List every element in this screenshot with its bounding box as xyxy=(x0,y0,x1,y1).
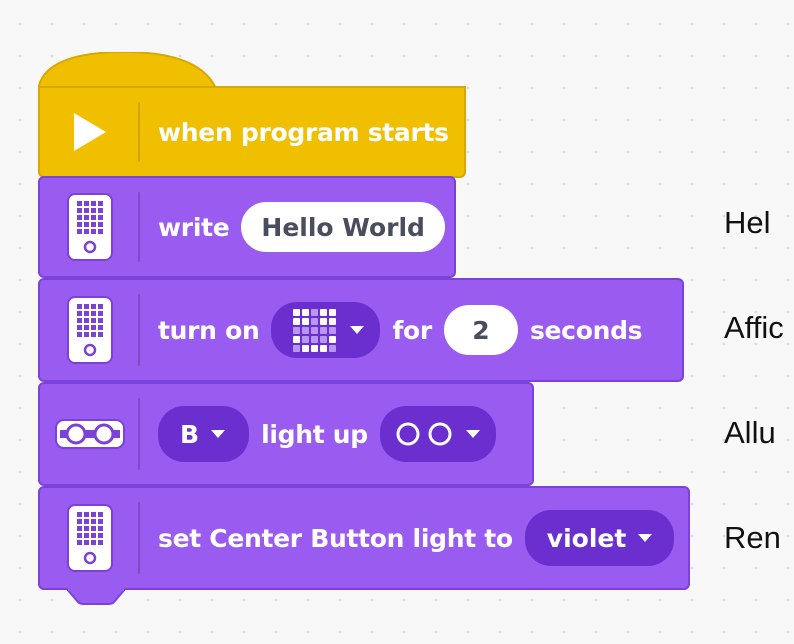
color-value: violet xyxy=(546,523,627,553)
sensor-eyes-icon xyxy=(396,422,452,446)
side-list-item-2: Affic xyxy=(724,310,784,345)
port-dropdown[interactable]: B xyxy=(158,406,250,462)
light-pattern-dropdown[interactable] xyxy=(271,302,381,358)
hub-icon xyxy=(67,296,113,364)
seconds-label: seconds xyxy=(529,315,643,345)
side-list-item-1: Hel xyxy=(724,205,771,240)
center-button-icon-slot xyxy=(40,488,140,588)
chevron-down-icon xyxy=(211,430,226,438)
for-label: for xyxy=(392,315,432,345)
side-list-item-3: Allu xyxy=(724,415,776,450)
write-block[interactable]: write Hello World xyxy=(38,176,456,278)
write-label: write xyxy=(158,212,230,242)
light-up-block[interactable]: B light up xyxy=(38,382,534,486)
center-button-light-block[interactable]: set Center Button light to violet xyxy=(38,486,690,590)
hat-icon-slot xyxy=(40,88,140,176)
when-program-starts-block[interactable]: when program starts xyxy=(38,86,466,178)
hat-content: when program starts xyxy=(140,118,449,147)
port-value: B xyxy=(180,419,200,449)
play-triangle-icon xyxy=(74,113,106,151)
separator xyxy=(138,192,140,262)
chevron-down-icon xyxy=(465,430,480,438)
color-dropdown[interactable]: violet xyxy=(524,510,675,566)
separator xyxy=(138,294,140,366)
turn-on-icon-slot xyxy=(40,280,140,380)
code-canvas[interactable]: when program starts write Hello World tu… xyxy=(0,0,794,644)
hub-icon xyxy=(67,504,113,572)
light-up-icon-slot xyxy=(40,384,140,484)
distance-sensor-icon xyxy=(55,419,125,449)
turn-on-content: turn on for 2 seconds xyxy=(140,302,643,358)
seconds-input[interactable]: 2 xyxy=(443,305,518,355)
side-list-item-4: Ren xyxy=(724,520,781,555)
hub-icon xyxy=(67,193,113,261)
turn-on-label: turn on xyxy=(158,315,260,345)
turn-on-block[interactable]: turn on for 2 seconds xyxy=(38,278,684,382)
center-button-label: set Center Button light to xyxy=(158,523,513,553)
separator xyxy=(138,102,140,162)
light-up-content: B light up xyxy=(140,406,496,462)
block-bottom-notch xyxy=(66,588,126,605)
chevron-down-icon xyxy=(350,326,365,334)
chevron-down-icon xyxy=(638,534,653,542)
center-button-content: set Center Button light to violet xyxy=(140,510,675,566)
light-matrix-pattern-icon xyxy=(293,308,337,352)
write-content: write Hello World xyxy=(140,202,445,252)
sensor-light-dropdown[interactable] xyxy=(379,406,496,462)
light-up-label: light up xyxy=(261,419,368,449)
hat-label: when program starts xyxy=(158,117,449,147)
separator xyxy=(138,502,140,574)
write-text-input[interactable]: Hello World xyxy=(241,202,445,252)
separator xyxy=(138,398,140,470)
write-icon-slot xyxy=(40,178,140,276)
